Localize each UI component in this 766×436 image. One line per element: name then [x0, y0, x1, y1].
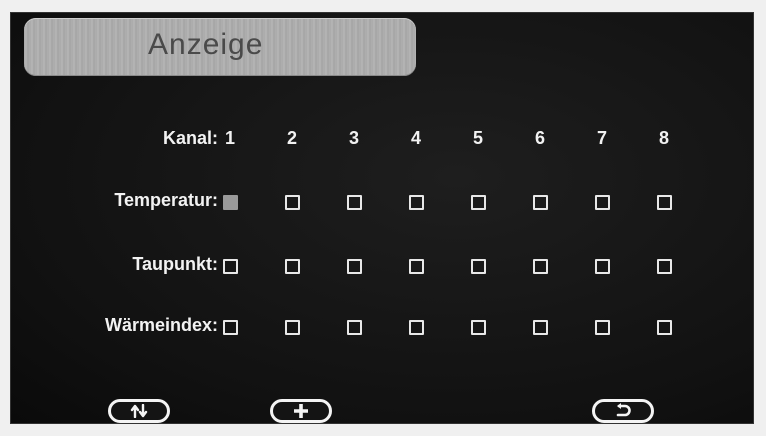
checkbox-taupunkt-ch6[interactable]	[533, 259, 548, 274]
checkbox-temperatur-ch4[interactable]	[409, 195, 424, 210]
return-button[interactable]	[592, 399, 654, 423]
device-frame: Anzeige Kanal: 1 2 3 4 5 6 7 8 Temperatur: Taup…	[0, 0, 766, 436]
checkbox-taupunkt-ch8[interactable]	[657, 259, 672, 274]
title-bar: Anzeige	[24, 18, 416, 76]
sort-button[interactable]	[108, 399, 170, 423]
channel-number-2: 2	[286, 128, 297, 148]
checkbox-waermeindex-ch6[interactable]	[533, 320, 548, 335]
checkbox-waermeindex-ch1[interactable]	[223, 320, 238, 335]
checkbox-taupunkt-ch7[interactable]	[595, 259, 610, 274]
checkbox-taupunkt-ch4[interactable]	[409, 259, 424, 274]
checkbox-temperatur-ch5[interactable]	[471, 195, 486, 210]
up-down-arrows-icon	[130, 404, 148, 418]
plus-icon	[294, 404, 308, 418]
add-button[interactable]	[270, 399, 332, 423]
checkbox-waermeindex-ch2[interactable]	[285, 320, 300, 335]
checkbox-taupunkt-ch1[interactable]	[223, 259, 238, 274]
checkbox-waermeindex-ch8[interactable]	[657, 320, 672, 335]
checkbox-taupunkt-ch2[interactable]	[285, 259, 300, 274]
row-label-waermeindex: Wärmeindex:	[104, 315, 218, 335]
return-icon	[616, 403, 631, 417]
checkbox-waermeindex-ch3[interactable]	[347, 320, 362, 335]
checkbox-taupunkt-ch5[interactable]	[471, 259, 486, 274]
checkbox-temperatur-ch7[interactable]	[595, 195, 610, 210]
checkbox-temperatur-ch2[interactable]	[285, 195, 300, 210]
checkbox-temperatur-ch6[interactable]	[533, 195, 548, 210]
checkbox-temperatur-ch3[interactable]	[347, 195, 362, 210]
channel-number-8: 8	[658, 128, 669, 148]
channel-number-3: 3	[348, 128, 359, 148]
checkbox-temperatur-ch8[interactable]	[657, 195, 672, 210]
row-label-taupunkt: Taupunkt:	[132, 254, 218, 274]
checkbox-waermeindex-ch7[interactable]	[595, 320, 610, 335]
channel-label: Kanal:	[162, 128, 218, 148]
row-label-temperatur: Temperatur:	[114, 190, 218, 210]
checkbox-waermeindex-ch4[interactable]	[409, 320, 424, 335]
channel-number-4: 4	[410, 128, 421, 148]
checkbox-temperatur-ch1[interactable]	[223, 195, 238, 210]
channel-number-7: 7	[596, 128, 607, 148]
display-screen: Anzeige Kanal: 1 2 3 4 5 6 7 8 Temperatur: Taup…	[10, 12, 754, 424]
channel-number-5: 5	[472, 128, 483, 148]
channel-number-6: 6	[534, 128, 545, 148]
channel-number-1: 1	[224, 128, 235, 148]
checkbox-taupunkt-ch3[interactable]	[347, 259, 362, 274]
checkbox-waermeindex-ch5[interactable]	[471, 320, 486, 335]
page-title: Anzeige	[148, 28, 264, 61]
